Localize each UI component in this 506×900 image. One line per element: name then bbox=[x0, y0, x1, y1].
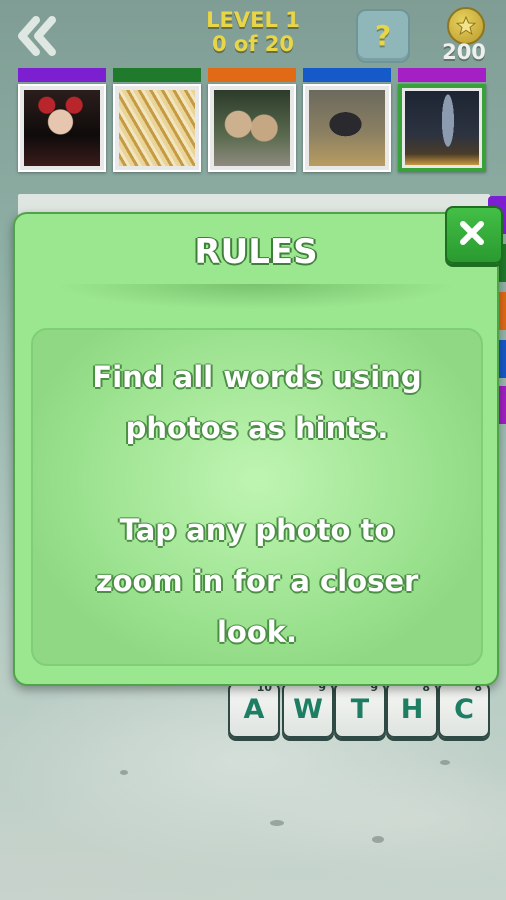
rules-line: Tap any photo to bbox=[119, 513, 395, 547]
bg-speck bbox=[440, 760, 450, 765]
rules-spacer bbox=[43, 454, 471, 505]
rules-line: Find all words using bbox=[92, 360, 422, 394]
photo-frame bbox=[18, 84, 106, 172]
photo-cubs[interactable] bbox=[208, 68, 296, 172]
close-button[interactable] bbox=[445, 206, 503, 264]
photo-strip bbox=[14, 68, 492, 176]
progress-label: 0 of 20 bbox=[211, 32, 295, 56]
modal-title: RULES bbox=[194, 232, 318, 272]
photo-frame-selected bbox=[398, 84, 486, 172]
bg-speck bbox=[372, 836, 384, 843]
photo-frame bbox=[113, 84, 201, 172]
double-chevron-left-icon bbox=[18, 16, 56, 56]
photo-woman[interactable] bbox=[18, 68, 106, 172]
tile-letter: H bbox=[400, 694, 424, 725]
tile-letter: T bbox=[350, 694, 370, 725]
photo-frame bbox=[208, 84, 296, 172]
photo-bird[interactable] bbox=[303, 68, 391, 172]
level-indicator: LEVEL 1 0 of 20 bbox=[178, 8, 328, 56]
rules-modal: RULES Find all words using photos as hin… bbox=[13, 206, 503, 686]
title-divider bbox=[55, 284, 457, 310]
photo-color-bar bbox=[208, 68, 296, 82]
photo-night[interactable] bbox=[398, 68, 486, 172]
photo-frame bbox=[303, 84, 391, 172]
bg-speck bbox=[120, 770, 128, 775]
letter-tile[interactable]: 9 W bbox=[282, 681, 334, 738]
photo-grain[interactable] bbox=[113, 68, 201, 172]
photo-bird-image bbox=[309, 90, 385, 166]
close-x-icon bbox=[460, 221, 484, 245]
tile-letter: A bbox=[243, 694, 265, 725]
letter-tile[interactable]: 8 H bbox=[386, 681, 438, 738]
photo-cubs-image bbox=[214, 90, 290, 166]
back-button[interactable] bbox=[10, 10, 62, 62]
tile-letter: W bbox=[293, 694, 323, 725]
rules-panel: Find all words using photos as hints. Ta… bbox=[31, 328, 483, 666]
photo-woman-image bbox=[24, 90, 100, 166]
rules-line: look. bbox=[216, 615, 298, 649]
tile-letter: C bbox=[454, 694, 474, 725]
rules-line: zoom in for a closer bbox=[95, 564, 419, 598]
help-button[interactable]: ? bbox=[356, 9, 410, 63]
level-label: LEVEL 1 bbox=[206, 8, 300, 32]
photo-grain-image bbox=[119, 90, 195, 166]
rules-line: photos as hints. bbox=[125, 411, 389, 445]
coin-count: 200 bbox=[442, 40, 486, 64]
photo-night-image bbox=[405, 91, 479, 165]
letter-tile[interactable]: 8 C bbox=[438, 681, 490, 738]
photo-color-bar bbox=[113, 68, 201, 82]
help-symbol: ? bbox=[374, 19, 392, 52]
photo-color-bar bbox=[303, 68, 391, 82]
photo-color-bar bbox=[398, 68, 486, 82]
rules-text: Find all words using photos as hints. Ta… bbox=[43, 352, 471, 658]
letter-tile[interactable]: 9 T bbox=[334, 681, 386, 738]
bg-speck bbox=[270, 820, 284, 826]
letter-tile[interactable]: 10 A bbox=[228, 681, 280, 738]
photo-color-bar bbox=[18, 68, 106, 82]
letter-tiles: 10 A 9 W 9 T 8 H 8 C bbox=[228, 681, 498, 740]
